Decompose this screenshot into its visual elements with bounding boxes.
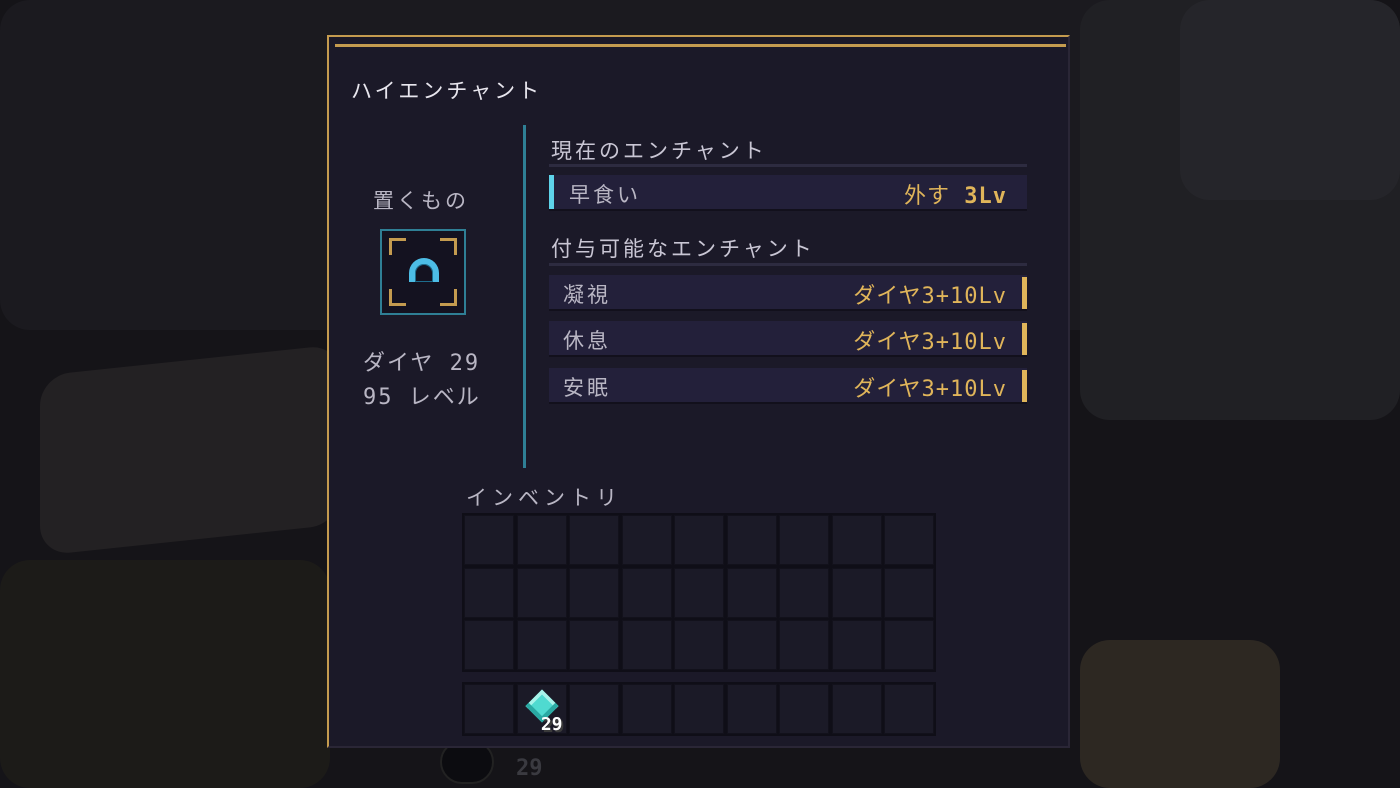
hotbar-slot[interactable]: 29 (516, 684, 567, 735)
inventory-grid (462, 513, 936, 672)
inventory-slot[interactable] (726, 620, 777, 670)
inventory-slot[interactable] (621, 515, 672, 565)
column-divider (523, 125, 526, 468)
hotbar-slot[interactable] (674, 684, 724, 734)
inventory-slot[interactable] (621, 620, 672, 670)
player-level: 95 レベル (363, 385, 481, 410)
inventory-slot[interactable] (674, 620, 724, 670)
section-separator (549, 263, 1027, 266)
inventory-slot[interactable] (779, 515, 829, 565)
inventory-slot[interactable] (516, 515, 567, 565)
hotbar-slot[interactable] (464, 684, 514, 734)
remove-enchant-button[interactable]: 外す 3Lv (904, 178, 1007, 210)
inventory-slot[interactable] (569, 567, 619, 618)
enchant-item-slot[interactable] (380, 229, 466, 315)
inventory-slot[interactable] (779, 567, 829, 618)
inventory-slot[interactable] (884, 620, 934, 670)
hotbar-slot[interactable] (884, 684, 934, 734)
hotbar-grid: 29 (462, 682, 936, 736)
inventory-slot[interactable] (884, 567, 934, 618)
hotbar-slot[interactable] (779, 684, 829, 734)
inventory-slot[interactable] (621, 567, 672, 618)
inventory-slot[interactable] (569, 515, 619, 565)
inventory-slot[interactable] (516, 620, 567, 670)
enchant-name: 安眠 (563, 376, 611, 400)
inventory-slot[interactable] (674, 567, 724, 618)
current-enchant-row[interactable]: 早食い 外す 3Lv (549, 175, 1027, 211)
diamond-count: ダイヤ 29 (363, 351, 481, 376)
section-separator (549, 164, 1027, 167)
high-enchant-panel: ハイエンチャント 置くもの ダイヤ 29 95 レベル 現在のエンチャント 早食… (327, 35, 1070, 748)
inventory-slot[interactable] (831, 620, 882, 670)
inventory-label: インベントリ (466, 486, 622, 510)
available-enchant-row[interactable]: 凝視 ダイヤ3+10Lv (549, 275, 1027, 311)
panel-title: ハイエンチャント (351, 79, 543, 103)
enchant-name: 凝視 (563, 283, 611, 307)
place-item-label: 置くもの (373, 189, 469, 213)
inventory-slot[interactable] (779, 620, 829, 670)
item-count: 29 (540, 714, 563, 735)
enchant-name: 休息 (563, 329, 611, 353)
inventory-slot[interactable] (831, 515, 882, 565)
inventory-slot[interactable] (464, 620, 514, 670)
enchant-cost: ダイヤ3+10Lv (853, 330, 1007, 355)
inventory-slot[interactable] (884, 515, 934, 565)
available-enchant-row[interactable]: 休息 ダイヤ3+10Lv (549, 321, 1027, 357)
inventory-slot[interactable] (569, 620, 619, 670)
hotbar-slot[interactable] (831, 684, 882, 734)
inventory-slot[interactable] (674, 515, 724, 565)
available-enchant-header: 付与可能なエンチャント (551, 237, 815, 261)
hotbar-slot[interactable] (569, 684, 619, 734)
panel-top-accent (335, 44, 1066, 47)
diamond-helmet-icon (409, 258, 439, 282)
inventory-slot[interactable] (516, 567, 567, 618)
inventory-slot[interactable] (726, 567, 777, 618)
inventory-slot[interactable] (831, 567, 882, 618)
available-enchant-row[interactable]: 安眠 ダイヤ3+10Lv (549, 368, 1027, 404)
inventory-slot[interactable] (464, 567, 514, 618)
hotbar-slot[interactable] (621, 684, 672, 734)
enchant-cost: ダイヤ3+10Lv (853, 377, 1007, 402)
inventory-slot[interactable] (726, 515, 777, 565)
inventory-slot[interactable] (464, 515, 514, 565)
enchant-cost: ダイヤ3+10Lv (853, 284, 1007, 309)
enchant-name: 早食い (569, 183, 641, 207)
background-hotbar-count: 29 (516, 756, 543, 781)
hotbar-slot[interactable] (726, 684, 777, 734)
current-enchant-header: 現在のエンチャント (551, 139, 767, 163)
